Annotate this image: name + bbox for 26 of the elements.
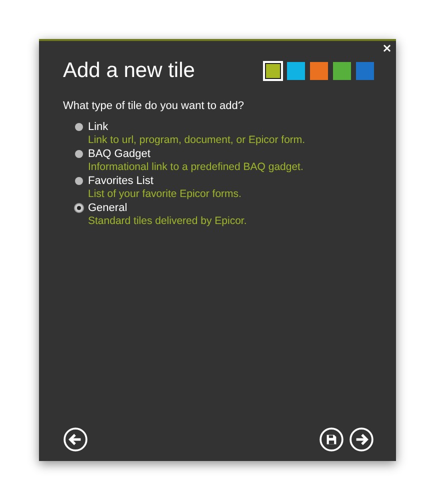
radio-button[interactable] bbox=[75, 123, 83, 131]
save-icon bbox=[319, 427, 344, 452]
color-swatch[interactable] bbox=[264, 62, 282, 80]
option-description: Standard tiles delivered by Epicor. bbox=[88, 215, 248, 227]
color-swatch[interactable] bbox=[356, 62, 374, 80]
radio-button[interactable] bbox=[75, 204, 83, 212]
option-description: Link to url, program, document, or Epicor form. bbox=[88, 134, 306, 146]
radio-button[interactable] bbox=[75, 177, 83, 185]
close-button[interactable]: × bbox=[380, 41, 394, 55]
option-label[interactable]: Link bbox=[88, 121, 108, 133]
color-swatch[interactable] bbox=[333, 62, 351, 80]
radio-button[interactable] bbox=[75, 150, 83, 158]
back-button[interactable] bbox=[63, 427, 88, 452]
color-swatch[interactable] bbox=[310, 62, 328, 80]
dialog-title: Add a new tile bbox=[63, 59, 195, 83]
next-icon bbox=[349, 427, 374, 452]
option-label[interactable]: BAQ Gadget bbox=[88, 148, 150, 160]
option-description: Informational link to a predefined BAQ gadget. bbox=[88, 161, 304, 173]
next-button[interactable] bbox=[349, 427, 374, 452]
back-icon bbox=[63, 427, 88, 452]
option-label[interactable]: General bbox=[88, 202, 128, 214]
option-label[interactable]: Favorites List bbox=[88, 175, 154, 187]
color-swatch[interactable] bbox=[287, 62, 305, 80]
save-button[interactable] bbox=[319, 427, 344, 452]
option-description: List of your favorite Epicor forms. bbox=[88, 188, 242, 200]
question-text: What type of tile do you want to add? bbox=[63, 100, 246, 112]
